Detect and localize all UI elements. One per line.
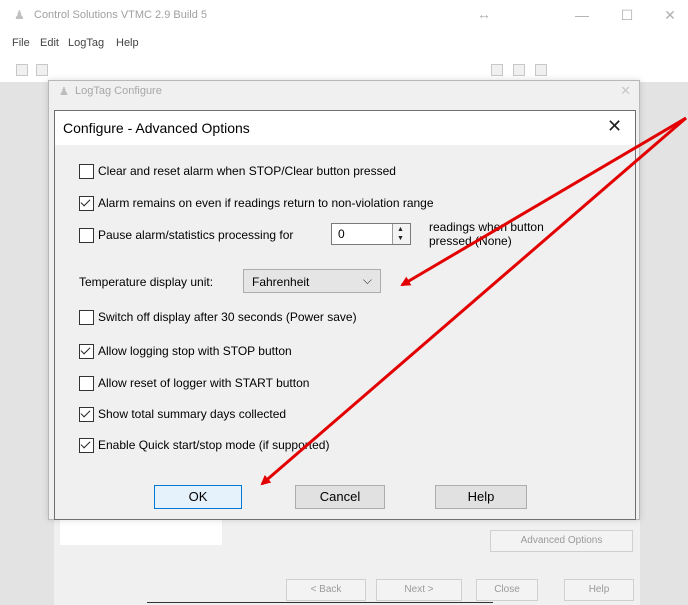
annotation-arrow-to-unit (400, 116, 687, 287)
annotation-arrows (260, 116, 687, 486)
annotation-arrow-to-ok (260, 116, 687, 486)
